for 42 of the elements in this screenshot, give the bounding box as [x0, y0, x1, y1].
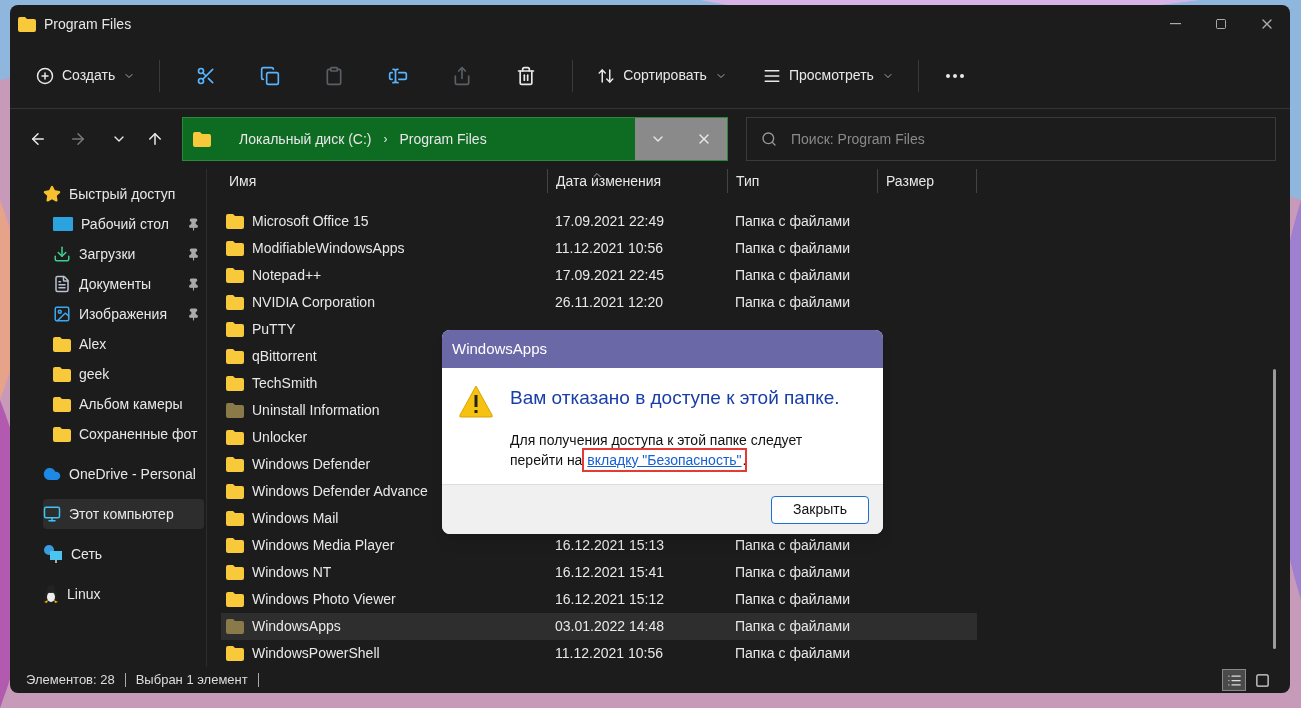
file-name: NVIDIA Corporation	[252, 293, 375, 312]
file-name: Windows Mail	[252, 509, 339, 528]
date-cell: 16.12.2021 15:13	[555, 537, 664, 553]
date-cell: 03.01.2022 14:48	[555, 618, 664, 634]
dialog-message: Для получения доступа к этой папке следует перейти на вкладку "Безопасность".	[510, 429, 810, 470]
date-cell: 16.12.2021 15:12	[555, 591, 664, 607]
file-name: TechSmith	[252, 374, 318, 393]
file-name: WindowsPowerShell	[252, 644, 380, 663]
type-cell: Папка с файлами	[735, 591, 850, 607]
file-name: Unlocker	[252, 428, 308, 447]
file-name: Windows Defender	[252, 455, 371, 474]
file-name: Notepad++	[252, 266, 322, 285]
dialog-title: WindowsApps	[452, 338, 548, 359]
type-cell: Папка с файлами	[735, 267, 850, 283]
type-cell: Папка с файлами	[735, 645, 850, 661]
selection-count: Выбран 1 элемент	[135, 671, 248, 690]
file-name: Uninstall Information	[252, 401, 380, 420]
type-cell: Папка с файлами	[735, 564, 850, 580]
date-cell: 26.11.2021 12:20	[555, 294, 663, 310]
file-name: Windows NT	[252, 563, 332, 582]
type-cell: Папка с файлами	[735, 618, 850, 634]
file-name: Microsoft Office 15	[252, 212, 369, 231]
file-name: Windows Defender Advance	[252, 482, 428, 501]
file-name: PuTTY	[252, 320, 296, 339]
window-title: Program Files	[44, 14, 132, 34]
type-cell: Папка с файлами	[735, 294, 850, 310]
dialog-heading: Вам отказано в доступе к этой папке.	[510, 386, 840, 410]
file-name: Windows Photo Viewer	[252, 590, 396, 609]
date-cell: 17.09.2021 22:49	[555, 213, 664, 229]
file-name: qBittorrent	[252, 347, 317, 366]
date-cell: 11.12.2021 10:56	[555, 645, 663, 661]
file-name: Windows Media Player	[252, 536, 395, 555]
type-cell: Папка с файлами	[735, 213, 850, 229]
breadcrumb-separator: ›	[383, 131, 388, 148]
type-cell: Папка с файлами	[735, 240, 850, 256]
date-cell: 16.12.2021 15:41	[555, 564, 664, 580]
type-cell: Папка с файлами	[735, 537, 850, 553]
file-name: ModifiableWindowsApps	[252, 239, 405, 258]
date-cell: 17.09.2021 22:45	[555, 267, 664, 283]
file-name: WindowsApps	[252, 617, 341, 636]
item-count: Элементов: 28	[26, 671, 115, 690]
date-cell: 11.12.2021 10:56	[555, 240, 663, 256]
